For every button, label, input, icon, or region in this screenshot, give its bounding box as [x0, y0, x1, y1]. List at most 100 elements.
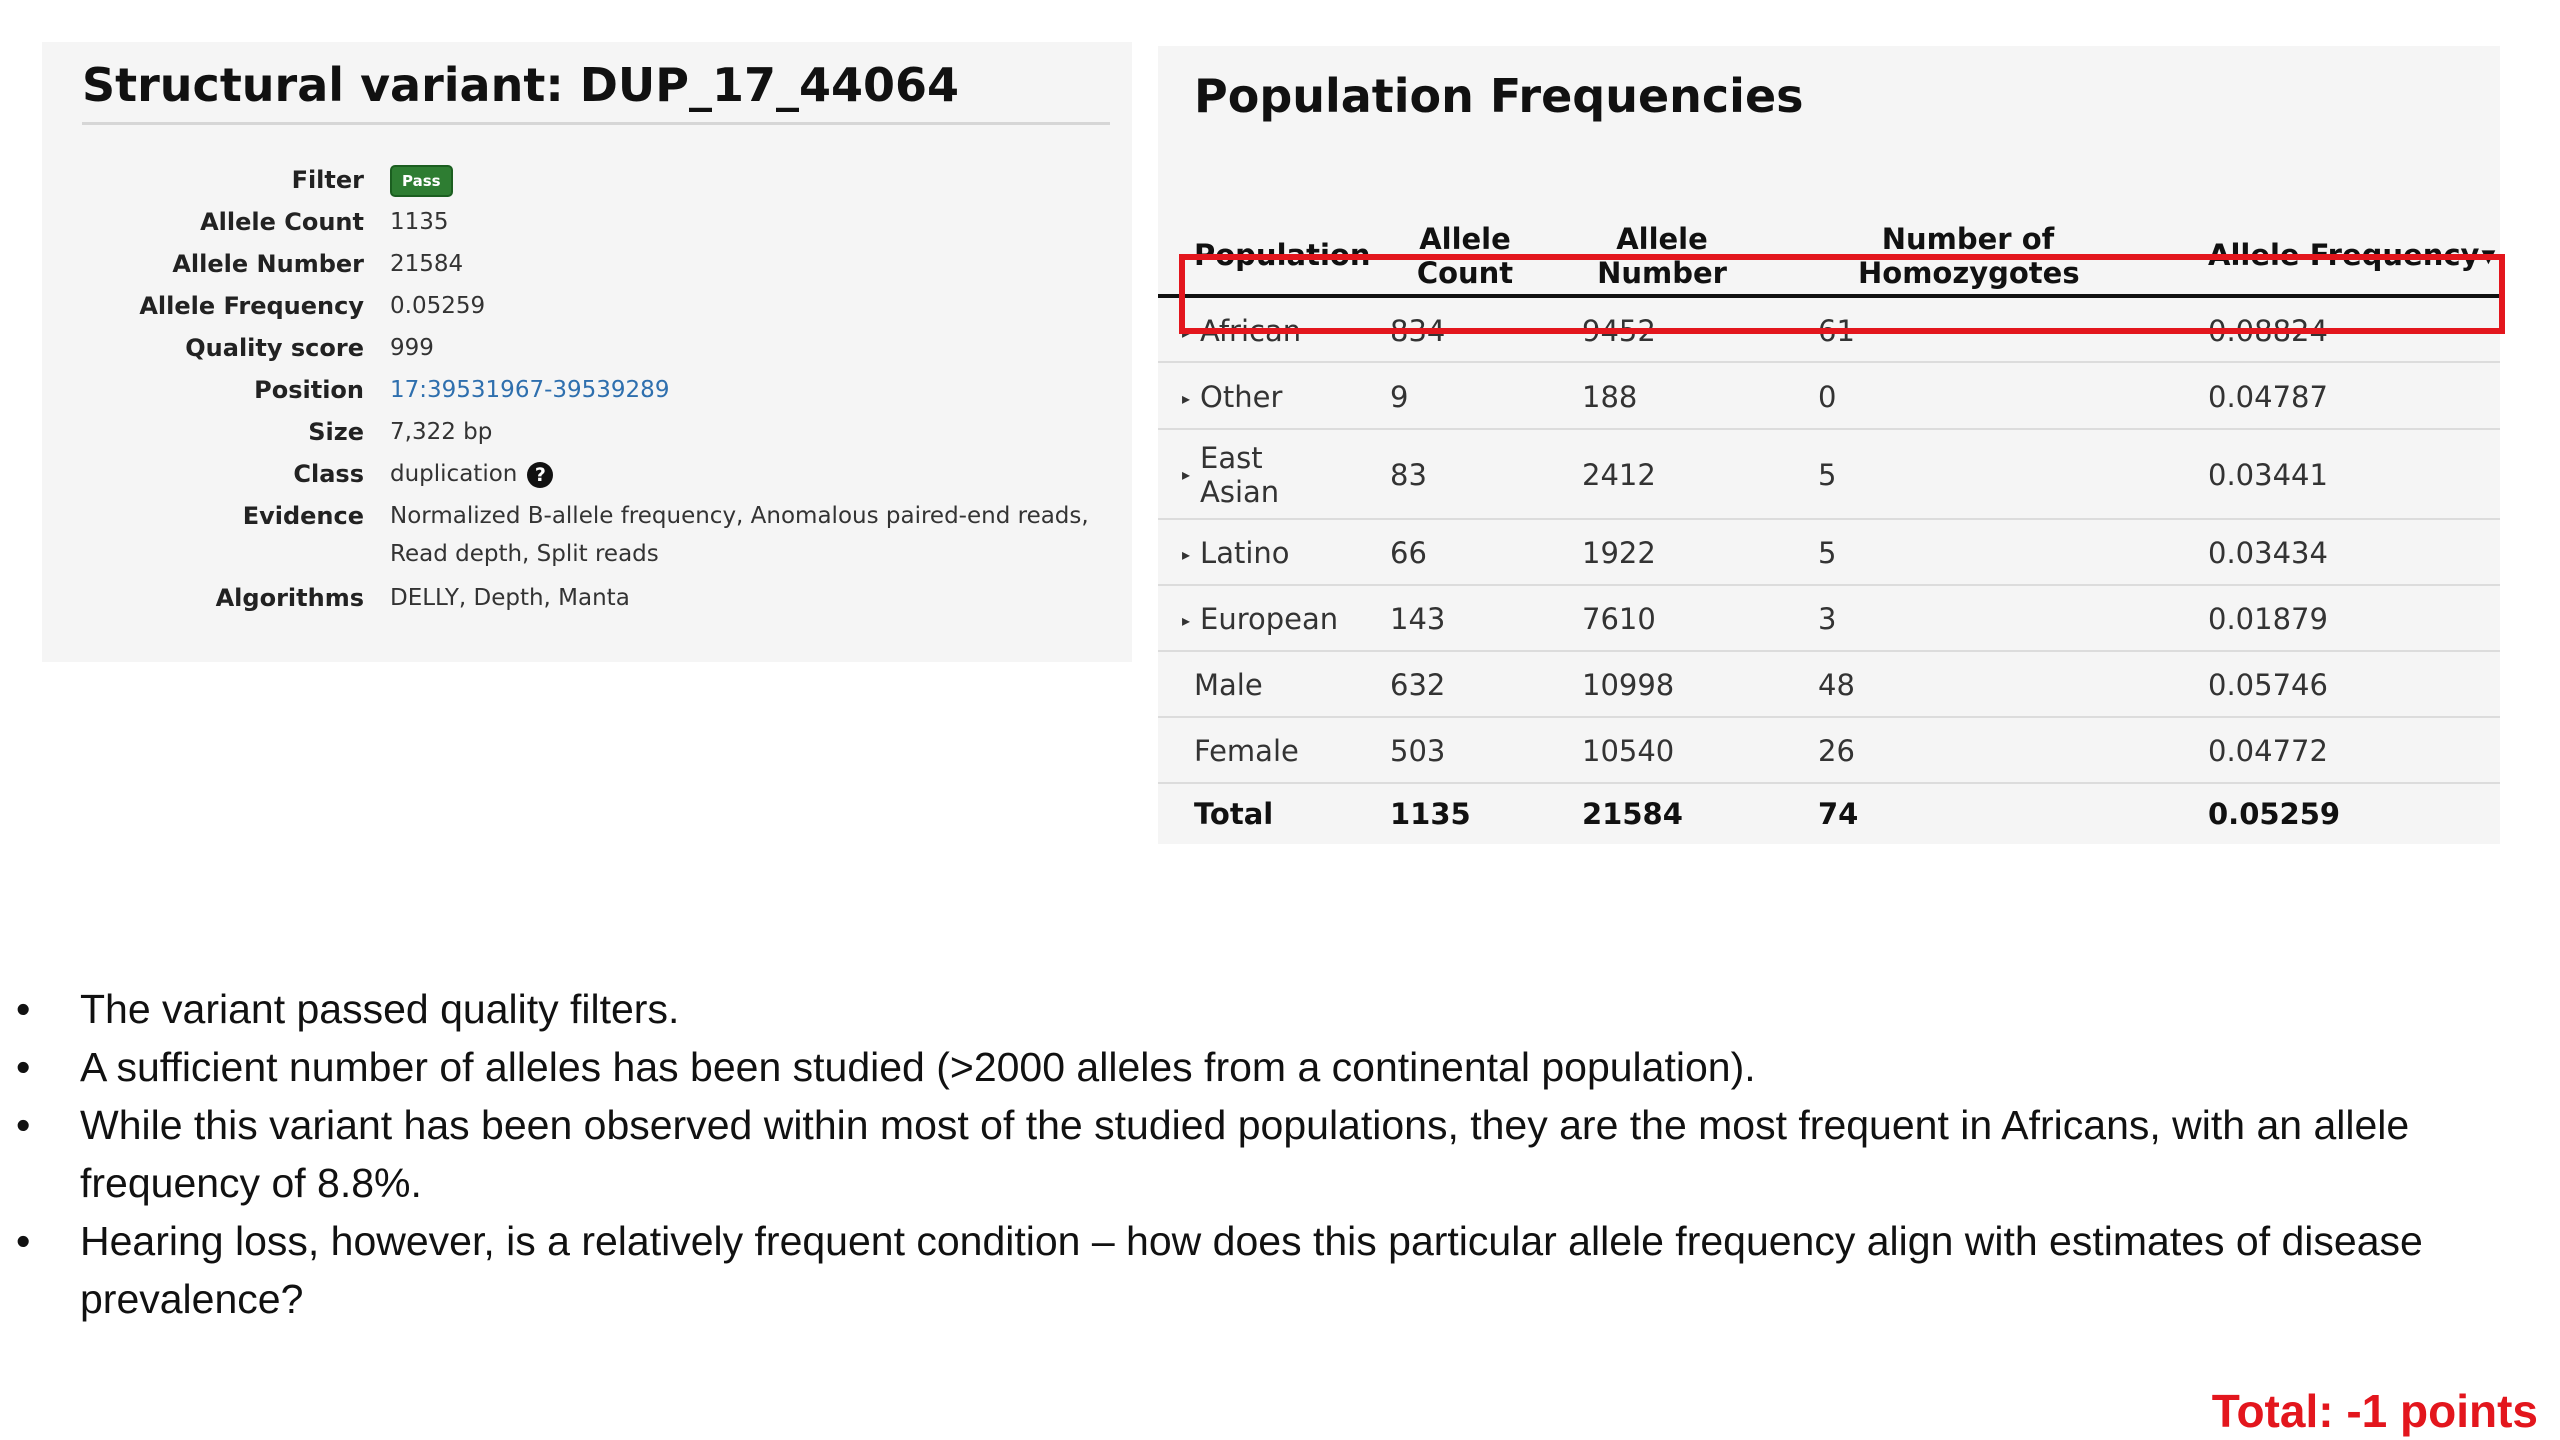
allele-number-cell: 21584: [1582, 797, 1683, 831]
allele-number-value: 21584: [390, 251, 464, 277]
note-item: • Hearing loss, however, is a relatively …: [16, 1212, 2536, 1328]
table-row: Male 632 10998 48 0.05746: [1158, 652, 2500, 718]
table-total-row: Total 1135 21584 74 0.05259: [1158, 784, 2500, 844]
homozygotes-cell: 74: [1818, 797, 1859, 831]
table-row[interactable]: ▸ Latino 66 1922 5 0.03434: [1158, 520, 2500, 586]
population-cell[interactable]: ▸ Other: [1182, 380, 1282, 416]
expand-caret-icon[interactable]: ▸: [1182, 382, 1190, 416]
allele-frequency-cell: 0.05746: [2208, 668, 2328, 702]
filter-row: Filter Pass: [64, 161, 1110, 203]
homozygotes-cell: 5: [1818, 536, 1837, 570]
allele-count-cell: 1135: [1390, 797, 1471, 831]
algorithms-row: Algorithms DELLY, Depth, Manta: [64, 579, 1110, 621]
algorithms-label: Algorithms: [215, 584, 364, 612]
allele-number-cell: 1922: [1582, 536, 1656, 570]
position-row: Position 17:39531967-39539289: [64, 371, 1110, 413]
homozygotes-cell: 26: [1818, 734, 1855, 768]
allele-number-row: Allele Number 21584: [64, 245, 1110, 287]
variant-summary-panel: Structural variant: DUP_17_44064 Filter …: [42, 42, 1132, 662]
allele-count-cell: 66: [1390, 536, 1427, 570]
allele-count-cell: 83: [1390, 458, 1427, 492]
evidence-row: Evidence Normalized B-allele frequency, …: [64, 497, 1110, 579]
allele-count-label: Allele Count: [200, 208, 364, 236]
allele-number-cell: 7610: [1582, 602, 1656, 636]
class-label: Class: [293, 460, 364, 488]
size-row: Size 7,322 bp: [64, 413, 1110, 455]
table-row: Female 503 10540 26 0.04772: [1158, 718, 2500, 784]
allele-frequency-cell: 0.03441: [2208, 458, 2328, 492]
size-value: 7,322 bp: [390, 419, 493, 445]
evidence-label: Evidence: [242, 502, 364, 530]
bullet-marker: •: [16, 1102, 31, 1148]
bullet-marker: •: [16, 1218, 31, 1264]
population-name: European: [1200, 602, 1339, 636]
homozygotes-cell: 5: [1818, 458, 1837, 492]
allele-number-label: Allele Number: [172, 250, 364, 278]
allele-number-cell: 10998: [1582, 668, 1675, 702]
allele-frequency-value: 0.05259: [390, 293, 486, 319]
evidence-value: Normalized B-allele frequency, Anomalous…: [390, 503, 1089, 567]
help-icon[interactable]: ?: [527, 461, 554, 488]
population-cell[interactable]: ▸ European: [1182, 602, 1338, 638]
population-cell: Male: [1194, 668, 1263, 702]
allele-count-cell: 143: [1390, 602, 1446, 636]
allele-frequency-cell: 0.04787: [2208, 380, 2328, 414]
notes-list: • The variant passed quality filters. • A …: [16, 980, 2536, 1328]
total-points: Total: -1 points: [2211, 1385, 2538, 1437]
allele-frequency-cell: 0.05259: [2208, 797, 2341, 831]
pass-badge: Pass: [390, 164, 453, 197]
population-name: Male: [1194, 668, 1263, 702]
allele-frequency-cell: 0.03434: [2208, 536, 2328, 570]
allele-count-cell: 503: [1390, 734, 1446, 768]
table-row[interactable]: ▸ European 143 7610 3 0.01879: [1158, 586, 2500, 652]
class-row: Class duplication?: [64, 455, 1110, 497]
allele-frequency-cell: 0.01879: [2208, 602, 2328, 636]
population-cell: Total: [1194, 797, 1273, 831]
table-row[interactable]: ▸ East Asian 83 2412 5 0.03441: [1158, 430, 2500, 520]
variant-title: Structural variant: DUP_17_44064: [82, 52, 1110, 125]
allele-number-cell: 2412: [1582, 458, 1656, 492]
allele-number-cell: 10540: [1582, 734, 1675, 768]
population-name: East Asian: [1200, 441, 1280, 509]
expand-caret-icon[interactable]: ▸: [1182, 458, 1190, 492]
bullet-marker: •: [16, 1044, 31, 1090]
allele-frequency-cell: 0.04772: [2208, 734, 2328, 768]
population-name: Female: [1194, 734, 1299, 768]
bullet-marker: •: [16, 986, 31, 1032]
expand-caret-icon[interactable]: ▸: [1182, 538, 1190, 572]
quality-score-row: Quality score 999: [64, 329, 1110, 371]
position-link[interactable]: 17:39531967-39539289: [390, 371, 1110, 409]
population-frequencies-title: Population Frequencies: [1194, 69, 1804, 123]
allele-frequency-label: Allele Frequency: [139, 292, 364, 320]
class-value: duplication: [390, 461, 518, 487]
allele-count-cell: 632: [1390, 668, 1446, 702]
size-label: Size: [308, 418, 364, 446]
population-cell[interactable]: ▸ East Asian: [1182, 441, 1290, 509]
filter-label: Filter: [291, 166, 364, 194]
allele-frequency-row: Allele Frequency 0.05259: [64, 287, 1110, 329]
african-row-highlight: [1179, 254, 2505, 334]
variant-field-list: Filter Pass Allele Count 1135 Allele Num…: [64, 161, 1110, 621]
quality-score-value: 999: [390, 335, 434, 361]
note-item: • While this variant has been observed wi…: [16, 1096, 2536, 1212]
note-item: • The variant passed quality filters.: [16, 980, 2536, 1038]
allele-count-cell: 9: [1390, 380, 1409, 414]
population-name: Latino: [1200, 536, 1290, 570]
population-cell[interactable]: ▸ Latino: [1182, 536, 1290, 572]
quality-score-label: Quality score: [185, 334, 364, 362]
algorithms-value: DELLY, Depth, Manta: [390, 585, 630, 611]
population-cell: Female: [1194, 734, 1299, 768]
table-row[interactable]: ▸ Other 9 188 0 0.04787: [1158, 363, 2500, 430]
allele-count-value: 1135: [390, 209, 449, 235]
population-name: Other: [1200, 380, 1283, 414]
expand-caret-icon[interactable]: ▸: [1182, 604, 1190, 638]
population-frequencies-panel: Population Frequencies Population Allele…: [1158, 46, 2500, 844]
homozygotes-cell: 0: [1818, 380, 1837, 414]
homozygotes-cell: 48: [1818, 668, 1855, 702]
allele-number-cell: 188: [1582, 380, 1638, 414]
allele-count-row: Allele Count 1135: [64, 203, 1110, 245]
position-label: Position: [254, 376, 364, 404]
population-name: Total: [1194, 797, 1274, 831]
note-item: • A sufficient number of alleles has been…: [16, 1038, 2536, 1096]
homozygotes-cell: 3: [1818, 602, 1837, 636]
